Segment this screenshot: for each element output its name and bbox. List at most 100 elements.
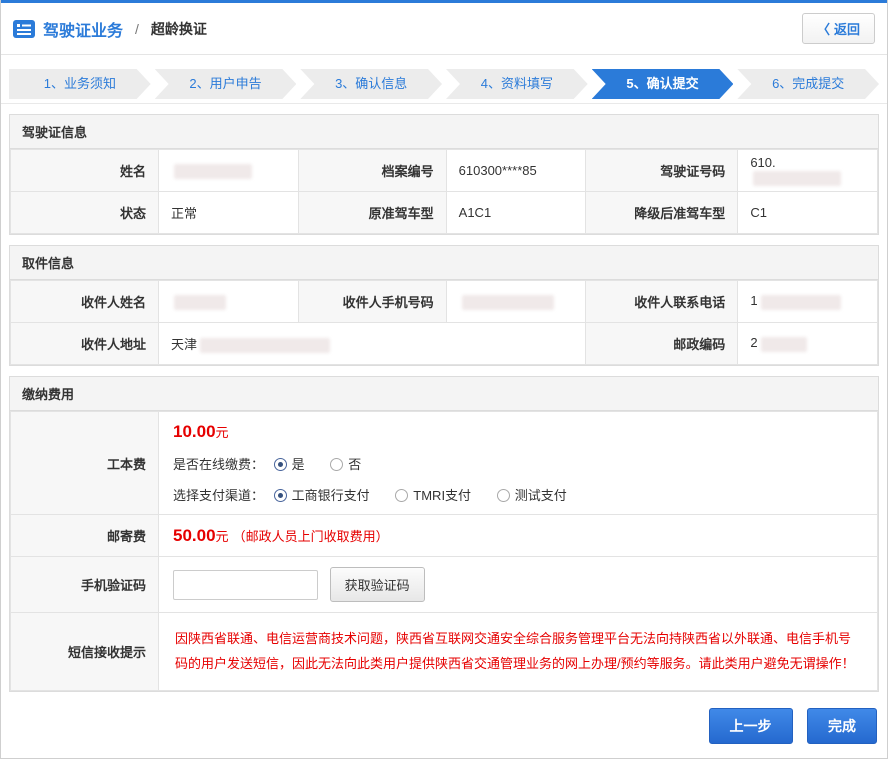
status-label-cell: 状态 <box>11 192 159 234</box>
production-fee-amount-line: 10.00元 <box>173 422 863 442</box>
captcha-label-cell: 手机验证码 <box>11 557 159 613</box>
radio-yes-icon[interactable] <box>274 458 287 471</box>
online-pay-no-label: 否 <box>348 457 361 472</box>
pickup-info-section: 取件信息 收件人姓名 收件人手机号码 收件人联系电话 1 收件人地址 天津 邮政… <box>9 245 879 366</box>
online-pay-question: 是否在线缴费： <box>173 457 264 472</box>
page-title: 驾驶证业务 / 超龄换证 <box>13 17 207 41</box>
original-type-label-cell: 原准驾车型 <box>298 192 446 234</box>
license-no-value: 610. <box>750 155 775 170</box>
radio-icbc-icon[interactable] <box>274 489 287 502</box>
file-no-label: 档案编号 <box>382 164 434 179</box>
recipient-mobile-redacted <box>462 295 554 310</box>
pay-channel-option-line: 选择支付渠道： 工商银行支付 TMRI支付 测试支付 <box>173 485 863 504</box>
address-value-cell: 天津 <box>159 323 586 365</box>
captcha-label: 手机验证码 <box>81 578 146 593</box>
postage-label-cell: 邮寄费 <box>11 515 159 557</box>
page-title-primary: 驾驶证业务 <box>43 17 123 41</box>
license-no-label-cell: 驾驶证号码 <box>586 150 738 192</box>
recipient-mobile-label-cell: 收件人手机号码 <box>298 281 446 323</box>
status-value-cell: 正常 <box>159 192 299 234</box>
back-button[interactable]: 〈返回 <box>802 13 875 44</box>
radio-tmri-icon[interactable] <box>395 489 408 502</box>
recipient-phone-redacted <box>761 295 841 310</box>
recipient-phone-label: 收件人联系电话 <box>634 295 725 310</box>
downgraded-type-value: C1 <box>750 205 767 220</box>
recipient-mobile-label: 收件人手机号码 <box>343 295 434 310</box>
get-code-button[interactable]: 获取验证码 <box>330 567 425 602</box>
license-info-section: 驾驶证信息 姓名 档案编号 610300****85 驾驶证号码 610. 状态… <box>9 114 879 235</box>
step-2-label: 2、用户申告 <box>189 76 261 91</box>
step-1-notice[interactable]: 1、业务须知 <box>9 69 151 99</box>
production-fee-currency: 元 <box>216 425 229 440</box>
step-6-done[interactable]: 6、完成提交 <box>737 69 879 99</box>
channel-tmri-label: TMRI支付 <box>413 488 471 503</box>
page-container: 驾驶证业务 / 超龄换证 〈返回 1、业务须知 2、用户申告 3、确认信息 4、… <box>0 0 888 759</box>
online-pay-yes-label: 是 <box>292 457 305 472</box>
step-1-label: 1、业务须知 <box>44 76 116 91</box>
step-nav: 1、业务须知 2、用户申告 3、确认信息 4、资料填写 5、确认提交 6、完成提… <box>1 55 887 104</box>
page-title-secondary: 超龄换证 <box>151 19 207 39</box>
postal-code-label-cell: 邮政编码 <box>586 323 738 365</box>
table-row: 姓名 档案编号 610300****85 驾驶证号码 610. <box>11 150 878 192</box>
name-label-cell: 姓名 <box>11 150 159 192</box>
recipient-phone-value-cell: 1 <box>738 281 878 323</box>
channel-icbc-option[interactable]: 工商银行支付 <box>274 488 370 503</box>
recipient-name-label: 收件人姓名 <box>81 295 146 310</box>
online-pay-option-line: 是否在线缴费： 是 否 <box>173 454 863 473</box>
previous-step-button[interactable]: 上一步 <box>709 708 793 744</box>
postage-content-cell: 50.00元（邮政人员上门收取费用） <box>159 515 878 557</box>
name-value-cell <box>159 150 299 192</box>
postage-note: （邮政人员上门收取费用） <box>233 529 389 544</box>
sms-notice-content-cell: 因陕西省联通、电信运营商技术问题，陕西省互联网交通安全综合服务管理平台无法向持陕… <box>159 613 878 691</box>
name-label: 姓名 <box>120 164 146 179</box>
channel-tmri-option[interactable]: TMRI支付 <box>395 488 471 503</box>
postal-code-value-cell: 2 <box>738 323 878 365</box>
original-type-value: A1C1 <box>459 205 492 220</box>
table-row: 手机验证码 获取验证码 <box>11 557 878 613</box>
recipient-name-label-cell: 收件人姓名 <box>11 281 159 323</box>
sms-notice-label: 短信接收提示 <box>68 645 146 660</box>
step-4-label: 4、资料填写 <box>481 76 553 91</box>
address-label-cell: 收件人地址 <box>11 323 159 365</box>
postage-amount: 50.00 <box>173 526 216 545</box>
radio-no-icon[interactable] <box>330 458 343 471</box>
online-pay-yes-option[interactable]: 是 <box>274 457 305 472</box>
downgraded-type-label-cell: 降级后准驾车型 <box>586 192 738 234</box>
channel-test-option[interactable]: 测试支付 <box>497 488 567 503</box>
online-pay-no-option[interactable]: 否 <box>330 457 361 472</box>
radio-test-icon[interactable] <box>497 489 510 502</box>
step-4-fill[interactable]: 4、资料填写 <box>446 69 588 99</box>
finish-button[interactable]: 完成 <box>807 708 877 744</box>
channel-icbc-label: 工商银行支付 <box>292 488 370 503</box>
production-fee-label-cell: 工本费 <box>11 412 159 515</box>
postage-label: 邮寄费 <box>107 529 146 544</box>
file-no-value: 610300****85 <box>459 163 537 178</box>
license-info-table: 姓名 档案编号 610300****85 驾驶证号码 610. 状态 正常 原准… <box>10 149 878 234</box>
address-label: 收件人地址 <box>81 337 146 352</box>
table-row: 短信接收提示 因陕西省联通、电信运营商技术问题，陕西省互联网交通安全综合服务管理… <box>11 613 878 691</box>
sms-notice-text: 因陕西省联通、电信运营商技术问题，陕西省互联网交通安全综合服务管理平台无法向持陕… <box>173 623 863 680</box>
downgraded-type-value-cell: C1 <box>738 192 878 234</box>
table-row: 状态 正常 原准驾车型 A1C1 降级后准驾车型 C1 <box>11 192 878 234</box>
table-row: 收件人姓名 收件人手机号码 收件人联系电话 1 <box>11 281 878 323</box>
step-3-confirm-info[interactable]: 3、确认信息 <box>300 69 442 99</box>
step-5-label: 5、确认提交 <box>626 76 698 91</box>
file-no-label-cell: 档案编号 <box>298 150 446 192</box>
recipient-phone-value: 1 <box>750 293 757 308</box>
license-business-icon <box>13 20 35 38</box>
step-3-label: 3、确认信息 <box>335 76 407 91</box>
recipient-phone-label-cell: 收件人联系电话 <box>586 281 738 323</box>
license-section-title: 驾驶证信息 <box>10 115 878 149</box>
pickup-section-title: 取件信息 <box>10 246 878 280</box>
payment-section-title: 缴纳费用 <box>10 377 878 411</box>
step-2-declare[interactable]: 2、用户申告 <box>155 69 297 99</box>
table-row: 邮寄费 50.00元（邮政人员上门收取费用） <box>11 515 878 557</box>
captcha-input[interactable] <box>173 570 318 600</box>
name-redacted-value <box>174 164 252 179</box>
recipient-mobile-value-cell <box>446 281 586 323</box>
recipient-name-redacted <box>174 295 226 310</box>
footer-actions: 上一步 完成 <box>1 692 887 758</box>
back-chevron-icon: 〈 <box>817 22 830 37</box>
table-row: 工本费 10.00元 是否在线缴费： 是 否 选择支付渠道： 工商银行支付 TM… <box>11 412 878 515</box>
step-5-confirm-submit[interactable]: 5、确认提交 <box>592 69 734 99</box>
